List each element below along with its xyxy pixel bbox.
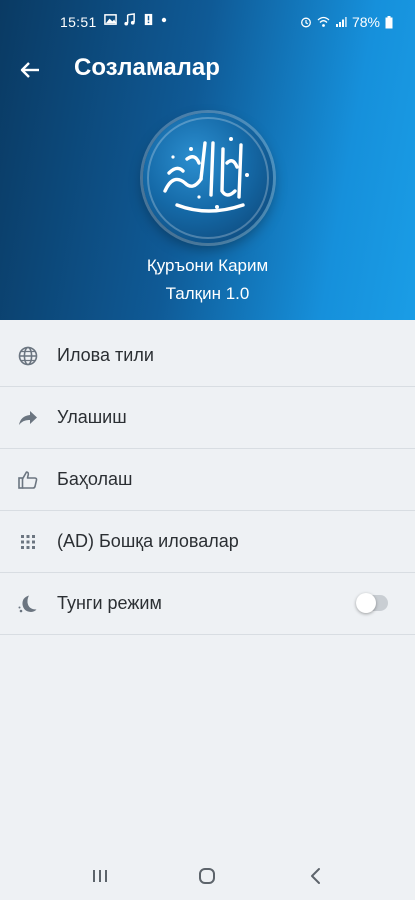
menu-item-rate[interactable]: Баҳолаш [0,449,415,511]
page-title: Созламалар [74,54,220,81]
battery-percent: 78% [351,14,380,30]
wifi-icon [317,16,330,27]
settings-menu: Илова тили Улашиш Баҳолаш (AD) Бошқа ило… [0,325,415,635]
globe-icon [18,346,38,366]
app-bar: Созламалар [0,44,415,100]
menu-item-share[interactable]: Улашиш [0,387,415,449]
status-time: 15:51 [60,14,97,30]
music-icon [124,13,135,26]
menu-item-night-mode[interactable]: Тунги режим [0,573,415,635]
share-arrow-icon [19,411,37,425]
dot-icon [161,17,167,22]
thumbs-up-icon [18,471,38,489]
image-icon [104,14,117,25]
battery-icon [385,15,393,28]
alarm-icon [301,17,311,28]
app-version: Талқин 1.0 [165,284,250,303]
night-mode-toggle[interactable] [356,593,388,613]
status-bar: 15:51 78% [0,0,415,44]
home-icon [199,868,215,884]
signal-icon [335,17,347,27]
back-icon [311,868,320,884]
app-name: Қуръони Карим [146,256,269,275]
quran-calligraphy-icon [147,117,269,239]
arrow-left-icon [20,62,39,78]
home-button[interactable] [187,864,227,888]
header-banner: 15:51 78% Созламалар Қуръони Карим Талқи… [0,0,415,320]
menu-item-other-apps[interactable]: (AD) Бошқа иловалар [0,511,415,573]
status-notification-icons [104,13,167,26]
status-system-icons: 78% [300,14,393,30]
back-button[interactable] [14,54,46,86]
system-navigation-bar [0,852,415,900]
moon-icon [18,595,37,613]
sim-alert-icon [144,13,153,26]
menu-label: Илова тили [57,345,154,365]
toggle-knob [356,593,376,613]
nav-back-button[interactable] [296,864,336,888]
apps-grid-icon [21,535,35,549]
recent-apps-button[interactable] [80,864,120,888]
menu-item-language[interactable]: Илова тили [0,325,415,387]
menu-label: Улашиш [57,407,127,427]
menu-label: Баҳолаш [57,469,133,489]
recent-apps-icon [93,870,107,882]
app-logo [143,113,273,243]
menu-label: Тунги режим [57,593,162,613]
menu-label: (AD) Бошқа иловалар [57,531,239,551]
